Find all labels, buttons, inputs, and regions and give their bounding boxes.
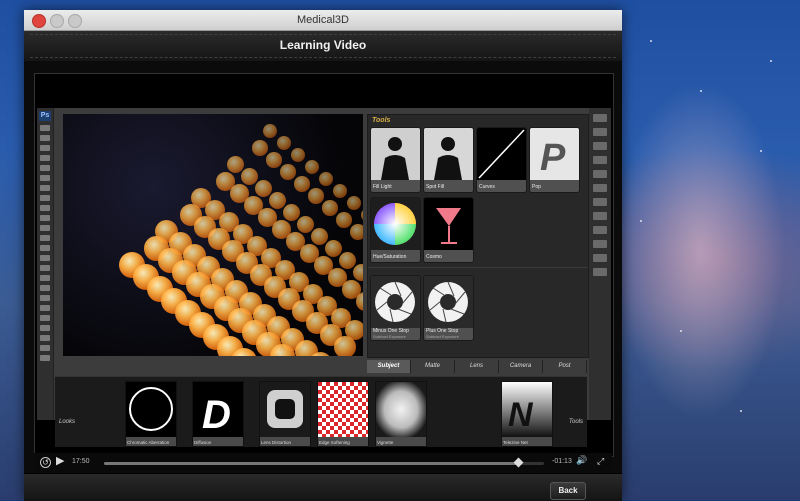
look-chromatic-aberration[interactable]: Chromatic Aberration (125, 381, 177, 447)
membrane-bead (280, 164, 296, 180)
page-title: Learning Video (279, 38, 367, 52)
video-frame-photoshop: Ps Tools Fill Light Spot Fill Curves P P… (37, 108, 611, 447)
window-titlebar: Medical3D (24, 10, 622, 31)
zoom-window-button[interactable] (68, 14, 82, 28)
tool-tile-minus-one-stop[interactable]: Minus One Stop Subtract Exposure (370, 275, 421, 341)
tab-lens[interactable]: Lens (455, 360, 499, 373)
membrane-bead (325, 240, 342, 257)
progress-fill (104, 462, 518, 465)
elapsed-time: 17:50 (72, 458, 90, 465)
footer-bar: Back (24, 473, 622, 501)
membrane-bead (356, 292, 363, 311)
tab-camera[interactable]: Camera (499, 360, 543, 373)
membrane-bead (263, 124, 277, 138)
video-area: Ps Tools Fill Light Spot Fill Curves P P… (24, 61, 622, 473)
curve-icon (477, 128, 526, 180)
membrane-bead (227, 156, 244, 173)
membrane-bead (277, 136, 291, 150)
video-player[interactable]: Ps Tools Fill Light Spot Fill Curves P P… (34, 73, 614, 457)
tab-post[interactable]: Post (543, 360, 587, 373)
minimize-window-button[interactable] (50, 14, 64, 28)
membrane-bead (347, 196, 361, 210)
tools-panel-title: Tools (372, 117, 391, 124)
tool-tile-plus-one-stop[interactable]: Plus One Stop Subtract Exposure (423, 275, 474, 341)
panel-separator (368, 267, 588, 268)
svg-text:D: D (202, 393, 231, 437)
checkerboard-icon (318, 382, 368, 437)
fullscreen-icon[interactable]: ⤢ (597, 456, 604, 467)
membrane-bead (294, 176, 310, 192)
membrane-bead (336, 212, 352, 228)
membrane-bead (353, 264, 363, 281)
tools-label: Tools (568, 419, 583, 425)
svg-text:N: N (508, 396, 534, 434)
membrane-bead (311, 228, 328, 245)
back-button[interactable]: Back (550, 482, 586, 500)
tool-tile-pop[interactable]: P Pop (529, 127, 580, 193)
membrane-bead (297, 216, 314, 233)
membrane-bead (266, 152, 282, 168)
membrane-bead (350, 224, 363, 240)
membrane-bead (252, 140, 268, 156)
tab-subject[interactable]: Subject (367, 360, 411, 373)
svg-text:P: P (540, 137, 566, 179)
tool-tile-hue-saturation[interactable]: Hue/Saturation (370, 197, 421, 263)
video-controls: ↺ ▶ 17:50 -01:13 🔊 ⤢ (34, 453, 612, 473)
tools-panel: Tools Fill Light Spot Fill Curves P Pop … (367, 114, 589, 358)
look-diffusion[interactable]: D Diffusion (192, 381, 244, 447)
window-title: Medical3D (297, 14, 349, 26)
tool-tile-curves[interactable]: Curves (476, 127, 527, 193)
tab-matte[interactable]: Matte (411, 360, 455, 373)
silhouette-icon (371, 128, 420, 180)
membrane-bead (322, 200, 338, 216)
tool-tile-cosmo[interactable]: Cosmo (423, 197, 474, 263)
membrane-bead (291, 148, 305, 162)
membrane-bead (333, 184, 347, 198)
membrane-bead (339, 252, 356, 269)
silhouette-icon (424, 128, 473, 180)
color-wheel-icon (371, 198, 420, 250)
tool-tile-fill-light[interactable]: Fill Light (370, 127, 421, 193)
membrane-bead (319, 172, 333, 186)
remaining-time: -01:13 (552, 458, 572, 465)
looks-label: Looks (59, 419, 76, 425)
membrane-bead (269, 192, 286, 209)
membrane-bead (255, 180, 272, 197)
close-window-button[interactable] (32, 14, 46, 28)
look-telezine-net[interactable]: N Telezine Net (501, 381, 553, 447)
membrane-image (63, 114, 363, 356)
p-letter-icon: P (530, 128, 579, 180)
aperture-icon (371, 276, 420, 328)
volume-icon[interactable]: 🔊 (576, 455, 587, 466)
membrane-bead (334, 336, 356, 356)
look-lens-distortion[interactable]: Lens Distortion (259, 381, 311, 447)
progress-bar[interactable] (104, 462, 544, 465)
membrane-bead (308, 188, 324, 204)
tool-tile-spot-fill[interactable]: Spot Fill (423, 127, 474, 193)
app-window: Medical3D Learning Video Ps Tools Fill L… (24, 10, 622, 501)
page-header: Learning Video (24, 31, 622, 62)
play-icon[interactable]: ▶ (56, 454, 64, 467)
rewind-30-icon[interactable]: ↺ (40, 457, 51, 468)
membrane-bead (283, 204, 300, 221)
membrane-bead (241, 168, 258, 185)
membrane-bead (305, 160, 319, 174)
looks-strip: Looks Tools Chromatic Aberration D Diffu… (55, 376, 587, 447)
scrub-handle[interactable] (513, 457, 524, 468)
tools-tab-bar: Subject Matte Lens Camera Post (367, 360, 587, 373)
aperture-icon (424, 276, 473, 328)
cocktail-glass-icon (424, 198, 473, 250)
look-edge-softening[interactable]: Edge Softening (317, 381, 369, 447)
ps-right-panels (589, 108, 611, 420)
look-vignette[interactable]: Vignette (375, 381, 427, 447)
ps-tool-palette: Ps (37, 108, 54, 420)
membrane-bead (361, 208, 363, 222)
